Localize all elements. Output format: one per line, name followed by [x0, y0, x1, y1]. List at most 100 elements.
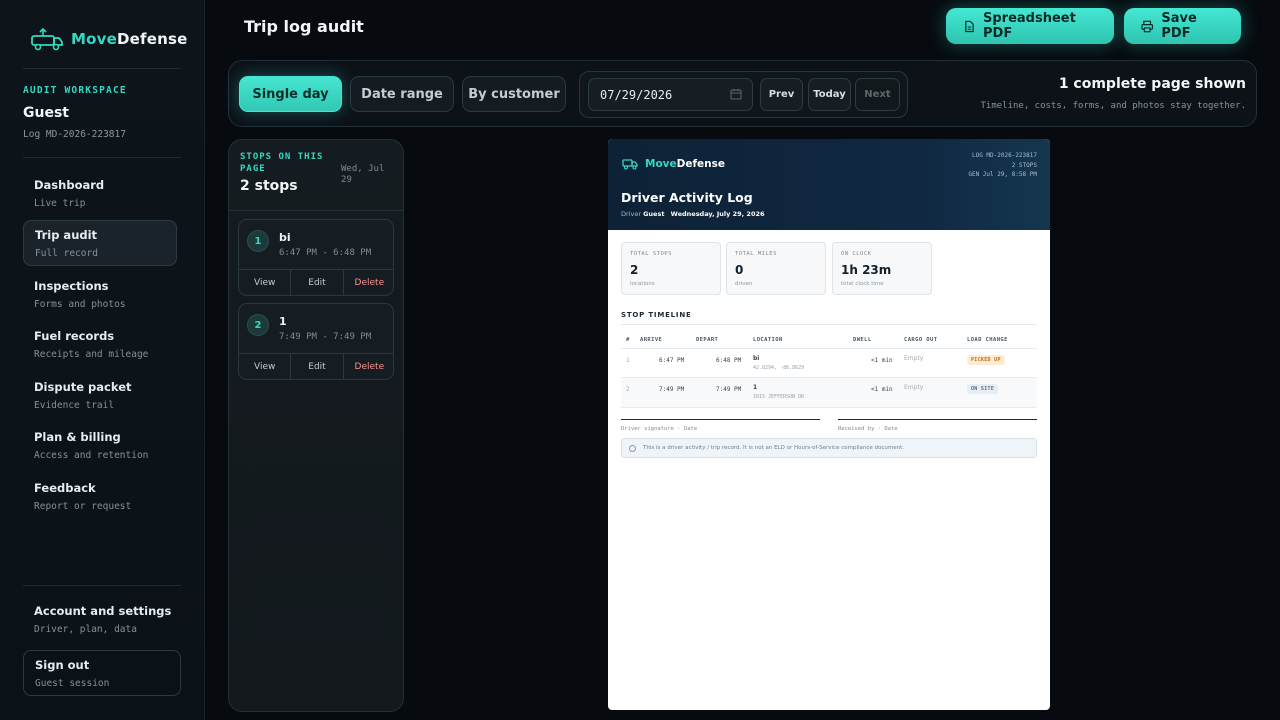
date-controls: 07/29/2026 Prev Today Next: [579, 71, 908, 118]
truck-icon: [622, 159, 638, 170]
prev-day-button[interactable]: Prev: [760, 78, 803, 111]
nav-subtitle: Guest session: [35, 678, 110, 689]
column-header: DEPART: [696, 337, 719, 343]
nav-title: Feedback: [34, 481, 96, 495]
doc-brand: MoveDefense: [622, 158, 725, 170]
signature-line: [621, 419, 820, 420]
mode-single-day[interactable]: Single day: [239, 76, 342, 112]
workspace-log-id: Log MD-2026-223817: [23, 129, 126, 140]
nav-subtitle: Evidence trail: [34, 400, 115, 411]
stop-actions: View Edit Delete: [239, 269, 393, 295]
divider: [229, 210, 403, 211]
nav-subtitle: Receipts and mileage: [34, 349, 149, 360]
view-stop-button[interactable]: View: [239, 354, 290, 379]
view-toolbar: Single day Date range By customer 07/29/…: [228, 60, 1257, 127]
column-header: DWELL: [853, 337, 872, 343]
nav-title: Dispute packet: [34, 380, 132, 394]
driver-signature-label: Driver signature · Date: [621, 426, 698, 432]
nav-subtitle: Live trip: [34, 198, 86, 209]
save-pdf-button[interactable]: Save PDF: [1124, 8, 1241, 44]
nav-dispute-packet[interactable]: Dispute packet Evidence trail: [23, 373, 177, 419]
stat-card-total-stops: TOTAL STOPS 2 locations: [621, 242, 721, 295]
nav-dashboard[interactable]: Dashboard Live trip: [23, 171, 177, 217]
nav-subtitle: Full record: [35, 248, 98, 259]
stat-card-on-clock: ON CLOCK 1h 23m total clock time: [832, 242, 932, 295]
brand-logo[interactable]: MoveDefense: [29, 26, 188, 52]
stop-name: 1: [279, 315, 287, 328]
disclaimer-note: This is a driver activity / trip record.…: [621, 438, 1037, 458]
edit-stop-button[interactable]: Edit: [290, 354, 342, 379]
nav-title: Sign out: [35, 658, 90, 672]
stop-card[interactable]: 2 1 7:49 PM - 7:49 PM View Edit Delete: [238, 303, 394, 380]
nav-account-settings[interactable]: Account and settings Driver, plan, data: [23, 597, 181, 643]
nav-feedback[interactable]: Feedback Report or request: [23, 474, 177, 520]
doc-title: Driver Activity Log: [621, 190, 753, 205]
date-input[interactable]: 07/29/2026: [588, 78, 753, 111]
divider: [23, 68, 181, 69]
view-stop-button[interactable]: View: [239, 270, 290, 295]
sidebar: MoveDefense AUDIT WORKSPACE Guest Log MD…: [0, 0, 205, 720]
nav-trip-audit[interactable]: Trip audit Full record: [23, 220, 177, 266]
mode-date-range[interactable]: Date range: [350, 76, 454, 112]
doc-meta: LOG MD-2026-223817 2 STOPS GEN Jul 29, 8…: [968, 152, 1037, 178]
divider: [23, 157, 181, 158]
stop-card[interactable]: 1 bi 6:47 PM - 6:48 PM View Edit Delete: [238, 219, 394, 296]
stops-panel: STOPS ON THIS PAGE Wed, Jul 29 2 stops 1…: [228, 139, 404, 712]
nav-fuel-records[interactable]: Fuel records Receipts and mileage: [23, 322, 177, 368]
spreadsheet-pdf-button[interactable]: Spreadsheet PDF: [946, 8, 1114, 44]
page-title: Trip log audit: [244, 17, 364, 36]
nav-subtitle: Driver, plan, data: [34, 624, 137, 635]
info-icon: [629, 445, 636, 452]
pages-shown-subtitle: Timeline, costs, forms, and photos stay …: [980, 101, 1246, 111]
stops-panel-date: Wed, Jul 29: [341, 164, 385, 185]
nav-title: Trip audit: [35, 228, 98, 242]
stop-number: 1: [247, 230, 269, 252]
workspace-user: Guest: [23, 105, 69, 121]
status-badge: PICKED UP: [967, 355, 1005, 365]
nav-subtitle: Forms and photos: [34, 299, 126, 310]
spreadsheet-pdf-label: Spreadsheet PDF: [983, 11, 1076, 41]
nav-title: Account and settings: [34, 604, 172, 618]
doc-header: MoveDefense LOG MD-2026-223817 2 STOPS G…: [608, 139, 1050, 230]
doc-subtitle: Driver Guest Wednesday, July 29, 2026: [621, 210, 765, 218]
brand-name: MoveDefense: [71, 30, 188, 48]
nav-title: Plan & billing: [34, 430, 121, 444]
divider: [621, 348, 1037, 349]
nav-plan-billing[interactable]: Plan & billing Access and retention: [23, 423, 177, 469]
edit-stop-button[interactable]: Edit: [290, 270, 342, 295]
signature-line: [838, 419, 1037, 420]
date-value: 07/29/2026: [600, 87, 673, 102]
stop-number: 2: [247, 314, 269, 336]
calendar-icon[interactable]: [730, 88, 742, 100]
today-button[interactable]: Today: [808, 78, 851, 111]
pages-shown-title: 1 complete page shown: [1058, 76, 1246, 92]
divider: [23, 585, 181, 586]
section-title: STOP TIMELINE: [621, 311, 692, 319]
nav-title: Dashboard: [34, 178, 105, 192]
truck-icon: [31, 27, 63, 51]
sign-out-button[interactable]: Sign out Guest session: [23, 650, 181, 696]
save-pdf-label: Save PDF: [1161, 11, 1197, 41]
divider: [621, 407, 1037, 408]
delete-stop-button[interactable]: Delete: [342, 354, 393, 379]
nav-title: Inspections: [34, 279, 109, 293]
column-header: ARRIVE: [640, 337, 663, 343]
nav-inspections[interactable]: Inspections Forms and photos: [23, 272, 177, 318]
divider: [621, 324, 1037, 325]
stops-panel-label: STOPS ON THIS PAGE: [240, 152, 324, 174]
mode-by-customer[interactable]: By customer: [462, 76, 566, 112]
nav-title: Fuel records: [34, 329, 115, 343]
column-header: CARGO OUT: [904, 337, 938, 343]
stop-actions: View Edit Delete: [239, 353, 393, 379]
stop-name: bi: [279, 231, 291, 244]
nav-subtitle: Access and retention: [34, 450, 149, 461]
column-header: LOCATION: [753, 337, 783, 343]
column-header: LOAD CHANGE: [967, 337, 1008, 343]
next-day-button[interactable]: Next: [855, 78, 900, 111]
nav-subtitle: Report or request: [34, 501, 132, 512]
status-badge: ON SITE: [967, 384, 999, 394]
column-header: #: [626, 337, 630, 343]
delete-stop-button[interactable]: Delete: [342, 270, 393, 295]
received-by-label: Received by · Date: [838, 426, 898, 432]
printer-icon: [1141, 20, 1153, 32]
